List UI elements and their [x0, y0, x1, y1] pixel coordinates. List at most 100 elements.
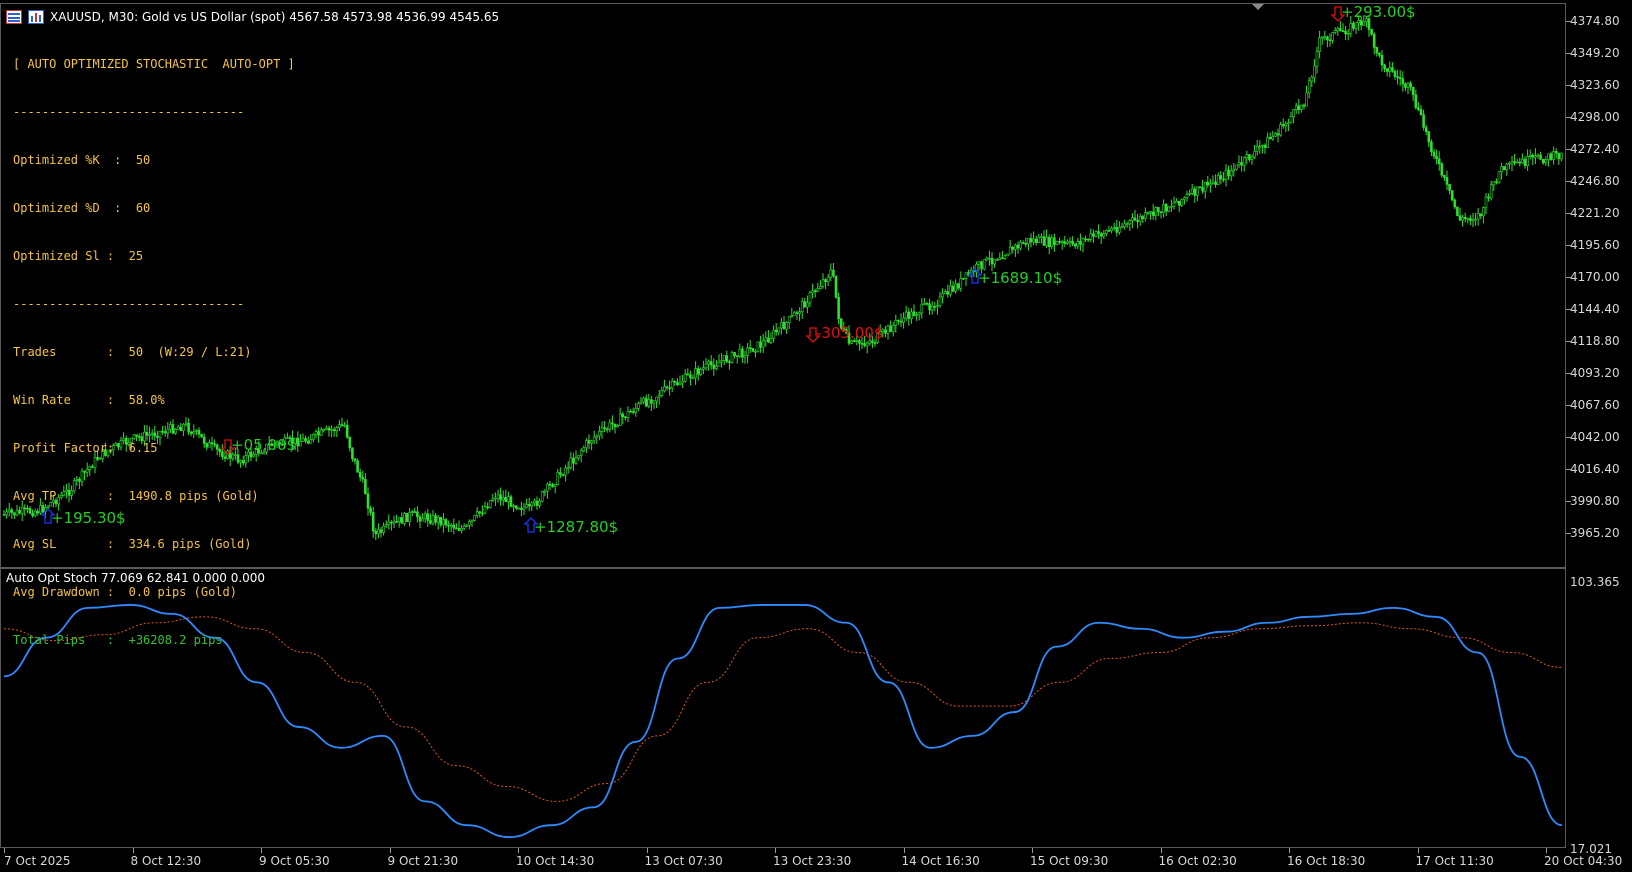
candle-body: [327, 427, 331, 431]
candle-body: [1406, 83, 1410, 88]
candle-body: [803, 301, 807, 308]
candle-body: [816, 288, 820, 292]
candle-body: [665, 386, 669, 389]
candle-body: [1326, 36, 1329, 41]
candle-body: [530, 502, 534, 507]
candle-body: [1188, 192, 1191, 195]
candle-body: [1276, 133, 1280, 136]
candle-body: [299, 441, 302, 447]
candle-body: [1313, 65, 1316, 78]
candle-body: [338, 424, 341, 429]
time-axis-label: 9 Oct 05:30: [259, 854, 330, 868]
price-axis-tick: [1566, 373, 1571, 374]
candle-body: [548, 483, 552, 486]
candle-body: [1328, 39, 1332, 42]
candle-body: [1430, 141, 1433, 153]
candle-body: [1505, 163, 1509, 171]
candle-body: [912, 311, 916, 317]
candle-body: [618, 413, 622, 426]
candle-body: [1055, 241, 1059, 245]
candle-body: [704, 363, 708, 369]
candle-body: [1414, 94, 1418, 108]
candle-body: [993, 259, 996, 265]
candle-body: [673, 380, 677, 383]
candle-body: [5, 511, 8, 515]
candle-body: [832, 269, 835, 277]
trade-profit-label: +293.00$: [1341, 3, 1416, 21]
candle-body: [1544, 159, 1548, 164]
candle-body: [605, 428, 609, 431]
price-axis-label: 3965.20: [1570, 526, 1620, 540]
candle-body: [621, 413, 625, 418]
candle-body: [954, 283, 957, 292]
candle-body: [1016, 244, 1020, 249]
candle-body: [1141, 216, 1145, 219]
candle-body: [1404, 83, 1407, 88]
candle-body: [1344, 30, 1347, 35]
candle-body: [1222, 178, 1225, 181]
candle-body: [1315, 51, 1319, 67]
candle-body: [1302, 104, 1306, 107]
candle-body: [418, 516, 422, 522]
price-axis-label: 4118.80: [1570, 334, 1620, 348]
chart-menu-icon[interactable]: [6, 10, 22, 24]
candle-body: [600, 427, 604, 432]
candle-body: [894, 319, 898, 326]
candle-body: [1383, 64, 1386, 69]
candle-body: [1401, 78, 1405, 85]
price-axis-label: 4067.60: [1570, 398, 1620, 412]
price-axis-tick: [1566, 341, 1571, 342]
time-axis-tick: [646, 848, 648, 853]
candle-body: [1216, 175, 1220, 185]
candle-body: [1508, 162, 1511, 165]
trading-chart-window: XAUUSD, M30: Gold vs US Dollar (spot) 45…: [0, 0, 1632, 872]
candle-body: [782, 321, 786, 330]
candle-body: [296, 437, 300, 447]
candle-body: [460, 528, 463, 531]
candle-body: [1536, 154, 1540, 157]
stats-total-pips: Total Pips : +36208.2 pips: [13, 633, 223, 647]
candle-body: [1471, 219, 1475, 221]
price-axis-label: 4016.40: [1570, 462, 1620, 476]
candle-body: [1235, 164, 1238, 170]
candle-body: [1032, 238, 1035, 243]
candle-body: [522, 506, 526, 511]
candle-body: [1240, 162, 1243, 166]
candle-body: [1419, 109, 1423, 115]
candle-body: [517, 507, 521, 510]
chart-shift-marker-icon[interactable]: [1252, 4, 1264, 10]
candle-body: [1125, 223, 1129, 226]
candle-body: [1513, 161, 1516, 164]
candle-body: [642, 397, 645, 403]
candle-body: [902, 317, 905, 323]
candle-body: [403, 513, 406, 524]
candle-body: [1206, 181, 1210, 186]
candle-body: [959, 278, 963, 289]
candle-body: [1300, 104, 1303, 110]
candle-body: [873, 342, 877, 344]
candle-body: [925, 302, 929, 305]
candle-body: [1250, 156, 1254, 160]
candle-body: [431, 515, 435, 524]
candle-body: [834, 275, 838, 298]
candle-body: [1375, 47, 1379, 54]
candle-body: [1219, 175, 1223, 180]
candle-body: [626, 410, 630, 419]
candle-body: [543, 490, 547, 493]
candle-body: [1547, 153, 1550, 160]
candle-body: [1136, 219, 1139, 222]
candle-body: [486, 506, 489, 509]
candle-body: [1521, 158, 1524, 164]
candle-body: [444, 519, 448, 526]
candle-body: [1549, 153, 1553, 160]
trade-profit-label: +1287.80$: [534, 518, 619, 536]
candle-body: [806, 302, 809, 308]
candle-body: [1289, 116, 1293, 124]
candle-body: [660, 390, 664, 396]
one-click-trading-icon[interactable]: [28, 10, 44, 24]
candle-body: [1003, 255, 1007, 259]
candle-body: [663, 386, 666, 392]
candle-body: [787, 316, 791, 323]
candle-body: [678, 382, 682, 386]
candle-body: [699, 368, 703, 375]
